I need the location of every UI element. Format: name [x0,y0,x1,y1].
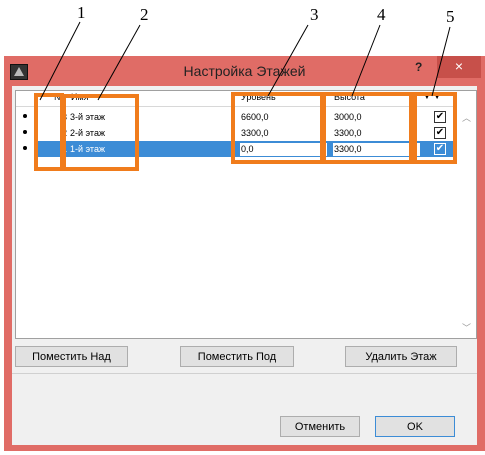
annotation-4: 4 [377,5,386,24]
title-bar[interactable]: Настройка Этажей ? × [4,56,485,86]
insert-above-button[interactable]: Поместить Над [15,346,128,367]
row-bullet [23,146,27,150]
marker-name-column [62,94,139,171]
window-title: Настройка Этажей [183,63,306,79]
insert-below-button[interactable]: Поместить Под [180,346,294,367]
annotation-1: 1 [77,3,86,22]
annotation-3: 3 [310,5,319,24]
help-button[interactable]: ? [415,60,422,74]
row-bullet [23,130,27,134]
chevron-up-icon[interactable]: ︿ [457,111,476,124]
marker-number-column [34,93,64,171]
separator [12,373,477,374]
marker-height-column [322,92,413,164]
close-button[interactable]: × [437,56,481,78]
cancel-button[interactable]: Отменить [280,416,360,437]
delete-floor-button[interactable]: Удалить Этаж [345,346,457,367]
ok-button[interactable]: OK [375,416,455,437]
marker-show-column [413,92,457,164]
row-bullet [23,114,27,118]
annotation-2: 2 [140,5,149,24]
chevron-down-icon[interactable]: ﹀ [457,321,476,334]
marker-level-column [231,92,324,164]
vertical-scrollbar[interactable]: ︿ ﹀ [457,91,476,338]
annotation-5: 5 [446,7,455,26]
